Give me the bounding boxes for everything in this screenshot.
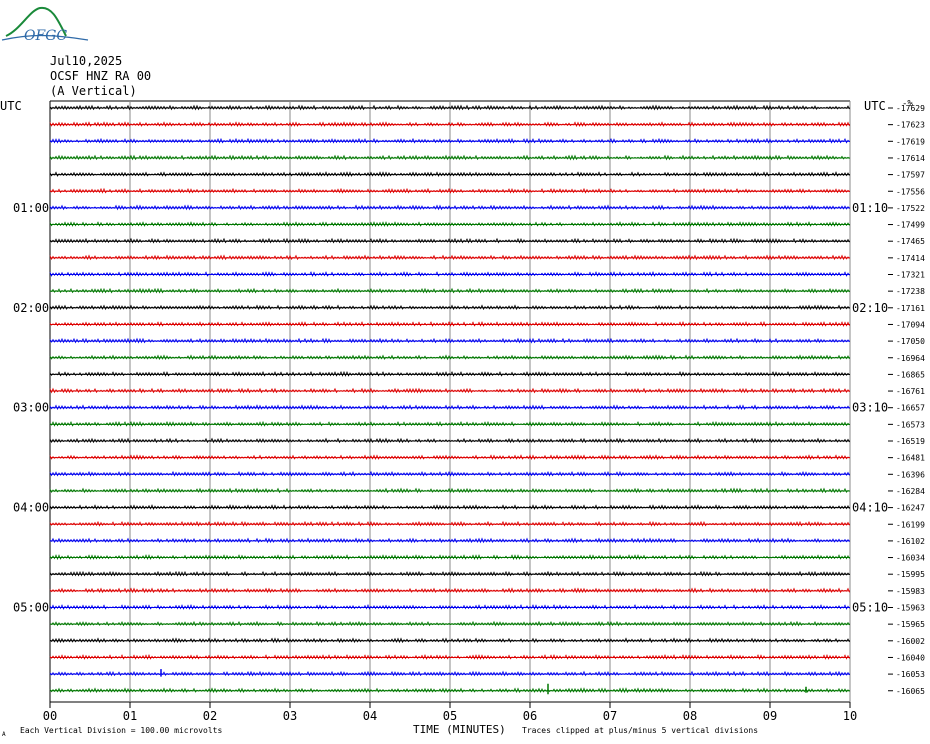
trace-offset-label: -15963 — [896, 604, 925, 613]
trace-offset-label: -17321 — [896, 271, 925, 280]
left-time-label: 04:00 — [13, 501, 49, 515]
trace-offset-label: -16964 — [896, 354, 925, 363]
trace-offset-label: -17623 — [896, 121, 925, 130]
footer-mark: A — [2, 731, 6, 738]
trace-offset-label: -16657 — [896, 404, 925, 413]
trace-offset-label: -16199 — [896, 520, 925, 529]
right-time-label: 05:10 — [852, 601, 888, 615]
x-tick-label: 09 — [763, 709, 777, 723]
trace-offset-label: -17556 — [896, 187, 925, 196]
trace-offset-label: -16102 — [896, 537, 925, 546]
trace-offset-label: -16481 — [896, 454, 925, 463]
trace-offset-label: -16519 — [896, 437, 925, 446]
trace-offset-label: -17522 — [896, 204, 925, 213]
right-time-label: 03:10 — [852, 401, 888, 415]
x-tick-label: 08 — [683, 709, 697, 723]
left-time-label: 03:00 — [13, 401, 49, 415]
x-tick-label: 02 — [203, 709, 217, 723]
trace-offset-label: -16053 — [896, 670, 925, 679]
x-tick-label: 10 — [843, 709, 857, 723]
trace-offset-label: -17465 — [896, 237, 925, 246]
x-tick-label: 03 — [283, 709, 297, 723]
seismogram-page: OFGC Jul10,2025 OCSF HNZ RA 00 (A Vertic… — [0, 0, 930, 744]
left-time-label: 02:00 — [13, 301, 49, 315]
x-tick-label: 01 — [123, 709, 137, 723]
x-tick-label: 04 — [363, 709, 377, 723]
trace-offset-label: -16065 — [896, 687, 925, 696]
trace-offset-label: -17050 — [896, 337, 925, 346]
trace-offset-label: -16247 — [896, 504, 925, 513]
trace-offset-label: -16034 — [896, 554, 925, 563]
trace-offset-label: -15983 — [896, 587, 925, 596]
trace-offset-label: -16865 — [896, 370, 925, 379]
footer-right-note: Traces clipped at plus/minus 5 vertical … — [522, 726, 758, 735]
x-tick-label: 06 — [523, 709, 537, 723]
trace-offset-label: -16573 — [896, 420, 925, 429]
trace-offset-label: -17414 — [896, 254, 925, 263]
trace-offset-label: -17161 — [896, 304, 925, 313]
right-time-label: 02:10 — [852, 301, 888, 315]
trace-offset-label: -17094 — [896, 320, 925, 329]
x-tick-label: 00 — [43, 709, 57, 723]
trace-offset-label: -16002 — [896, 637, 925, 646]
x-tick-label: 05 — [443, 709, 457, 723]
left-utc-label: UTC — [0, 99, 22, 113]
trace-offset-label: -16284 — [896, 487, 925, 496]
x-axis-title: TIME (MINUTES) — [413, 723, 506, 736]
left-time-label: 05:00 — [13, 601, 49, 615]
right-utc-label: UTC — [864, 99, 886, 113]
trace-offset-label: -17499 — [896, 221, 925, 230]
trace-offset-label: -15995 — [896, 570, 925, 579]
trace-offset-label: -16761 — [896, 387, 925, 396]
x-tick-label: 07 — [603, 709, 617, 723]
trace-offset-label: -17614 — [896, 154, 925, 163]
trace-offset-label: -17238 — [896, 287, 925, 296]
traces — [49, 104, 893, 695]
trace-offset-label: -17619 — [896, 137, 925, 146]
trace-offset-label: -16396 — [896, 470, 925, 479]
trace-offset-label: -17597 — [896, 171, 925, 180]
footer-left-note: Each Vertical Division = 100.00 microvol… — [20, 726, 222, 735]
right-time-label: 01:10 — [852, 201, 888, 215]
helicorder-plot: UTC UTC -% TIME (MINUTES) Each Vertical … — [0, 99, 925, 738]
trace-offset-label: -15965 — [896, 620, 925, 629]
trace-offset-label: -16040 — [896, 653, 925, 662]
right-time-label: 04:10 — [852, 501, 888, 515]
trace-offset-label: -17629 — [896, 104, 925, 113]
left-time-label: 01:00 — [13, 201, 49, 215]
